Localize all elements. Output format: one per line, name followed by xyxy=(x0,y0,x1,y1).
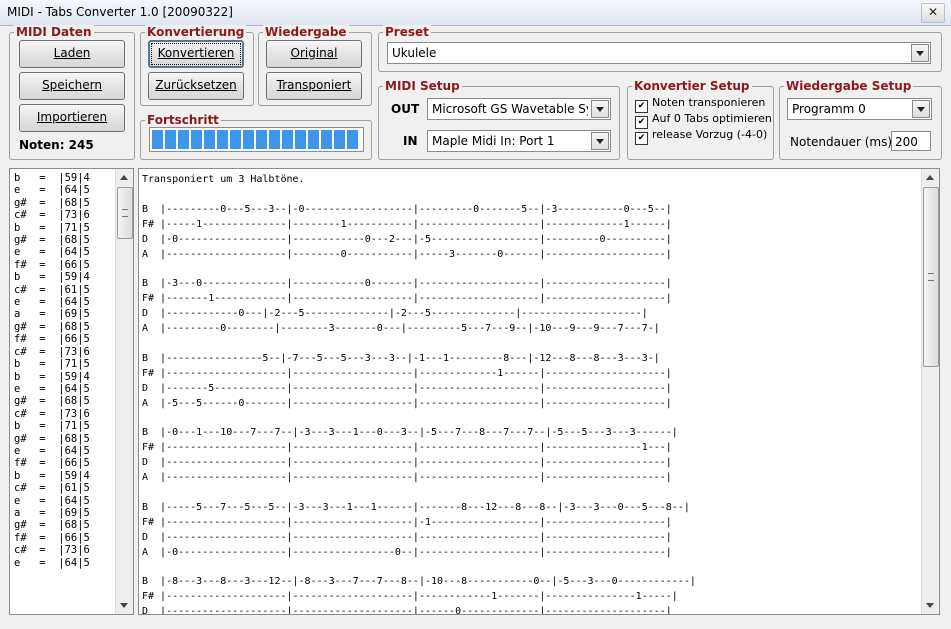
note-list-scrollbar[interactable] xyxy=(115,169,133,614)
wiedergabe-title: Wiedergabe xyxy=(263,25,349,39)
midi-daten-title: MIDI Daten xyxy=(14,25,94,39)
checkmark-icon[interactable]: ✔ xyxy=(635,132,648,145)
konvertierung-title: Konvertierung xyxy=(145,25,247,39)
progress-segment xyxy=(308,130,319,149)
progress-bar xyxy=(149,127,364,152)
progress-segment xyxy=(204,130,215,149)
progress-segment xyxy=(217,130,228,149)
note-list[interactable]: b = |59|4 e = |64|5 g# = |68|5 c# = |73|… xyxy=(9,168,134,615)
transpose-label: Noten transponieren xyxy=(652,96,766,109)
progress-segment xyxy=(334,130,345,149)
chevron-down-icon[interactable] xyxy=(591,100,609,118)
scroll-up-icon[interactable] xyxy=(120,175,128,180)
preset-select[interactable]: Ukulele xyxy=(387,42,931,64)
fortschritt-title: Fortschritt xyxy=(145,113,221,127)
save-button[interactable]: Speichern xyxy=(19,72,125,100)
window-title: MIDI - Tabs Converter 1.0 [20090322] xyxy=(7,5,233,19)
preset-value: Ukulele xyxy=(392,46,437,60)
progress-segment xyxy=(230,130,241,149)
progress-segment xyxy=(282,130,293,149)
tab-output[interactable]: Transponiert um 3 Halbtöne. B |---------… xyxy=(138,168,940,615)
load-button[interactable]: Laden xyxy=(19,40,125,68)
progress-segment xyxy=(178,130,189,149)
progress-segment xyxy=(347,130,358,149)
chevron-down-icon[interactable] xyxy=(912,100,930,118)
close-button[interactable]: ✕ xyxy=(921,3,945,23)
chevron-down-icon[interactable] xyxy=(911,44,929,62)
optimize-checkbox[interactable]: ✔ Auf 0 Tabs optimieren xyxy=(635,112,772,129)
release-checkbox[interactable]: ✔ release Vorzug (-4-0) xyxy=(635,128,767,145)
midi-setup-title: MIDI Setup xyxy=(383,79,462,93)
progress-segment xyxy=(165,130,176,149)
duration-input[interactable]: 200 xyxy=(891,131,931,151)
midi-out-value: Microsoft GS Wavetable Synth xyxy=(432,102,588,116)
scroll-up-icon[interactable] xyxy=(926,175,934,180)
tab-output-text: Transponiert um 3 Halbtöne. B |---------… xyxy=(142,174,696,615)
scroll-thumb[interactable] xyxy=(923,187,939,367)
midi-out-select[interactable]: Microsoft GS Wavetable Synth xyxy=(427,98,611,120)
notes-count: Noten: 245 xyxy=(19,138,94,152)
transpose-checkbox[interactable]: ✔ Noten transponieren xyxy=(635,96,765,113)
midi-in-select[interactable]: Maple Midi In: Port 1 xyxy=(427,130,611,152)
progress-segment xyxy=(295,130,306,149)
progress-segment xyxy=(152,130,163,149)
midi-in-value: Maple Midi In: Port 1 xyxy=(432,134,555,148)
import-button[interactable]: Importieren xyxy=(19,104,125,132)
scroll-thumb[interactable] xyxy=(117,187,133,239)
progress-segment xyxy=(256,130,267,149)
note-list-text: b = |59|4 e = |64|5 g# = |68|5 c# = |73|… xyxy=(14,172,90,569)
progress-segment xyxy=(321,130,332,149)
scroll-down-icon[interactable] xyxy=(120,603,128,608)
progress-segment xyxy=(243,130,254,149)
reset-button[interactable]: Zurücksetzen xyxy=(148,72,244,100)
tab-output-scrollbar[interactable] xyxy=(921,169,939,614)
preset-title: Preset xyxy=(383,25,431,39)
chevron-down-icon[interactable] xyxy=(591,132,609,150)
convert-button[interactable]: Konvertieren xyxy=(148,40,244,68)
progress-segment xyxy=(191,130,202,149)
out-label: OUT xyxy=(391,102,420,116)
in-label: IN xyxy=(403,134,418,148)
play-transposed-button[interactable]: Transponiert xyxy=(266,72,362,100)
release-label: release Vorzug (-4-0) xyxy=(652,128,768,141)
title-bar: MIDI - Tabs Converter 1.0 [20090322] ✕ xyxy=(0,0,951,26)
progress-segment xyxy=(269,130,280,149)
optimize-label: Auf 0 Tabs optimieren xyxy=(652,112,772,125)
program-select[interactable]: Programm 0 xyxy=(787,98,932,120)
program-value: Programm 0 xyxy=(792,102,866,116)
wiedergabe-setup-title: Wiedergabe Setup xyxy=(784,79,914,93)
scroll-down-icon[interactable] xyxy=(926,603,934,608)
konvertier-setup-title: Konvertier Setup xyxy=(632,79,752,93)
duration-label: Notendauer (ms) xyxy=(790,135,893,149)
play-original-button[interactable]: Original xyxy=(266,40,362,68)
